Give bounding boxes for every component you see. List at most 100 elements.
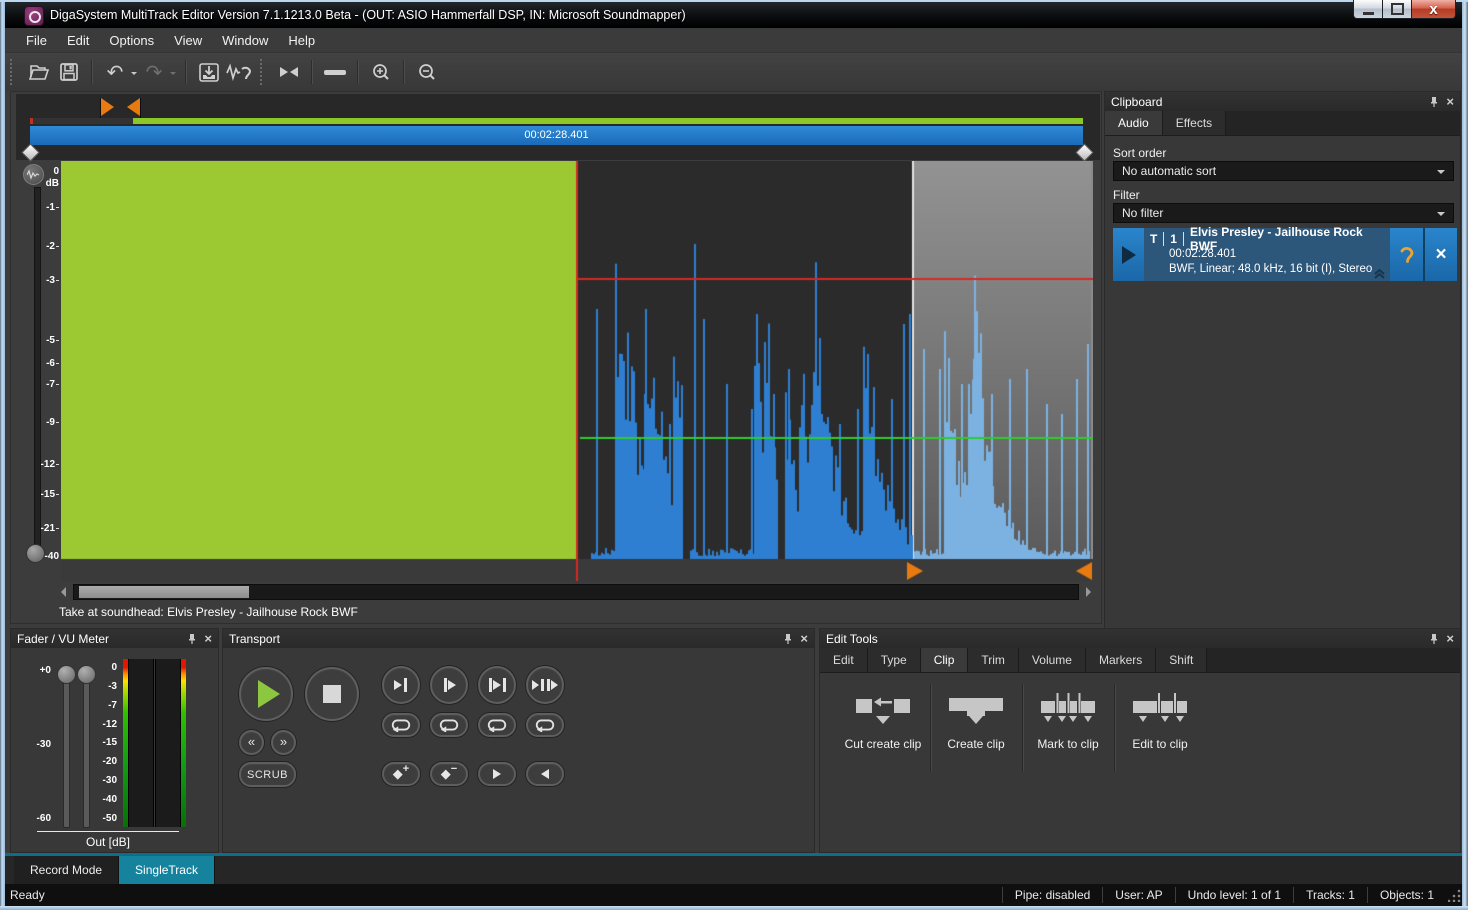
rewind-button[interactable]: « xyxy=(239,730,264,755)
toolbar-grip[interactable] xyxy=(10,59,16,85)
tab-shift[interactable]: Shift xyxy=(1156,648,1207,672)
prelisten-button[interactable] xyxy=(224,58,254,86)
toolbar-grip[interactable] xyxy=(260,59,266,85)
clipboard-clip-item[interactable]: T 1 Elvis Presley - Jailhouse Rock BWF 0… xyxy=(1113,228,1457,281)
waveform-display[interactable] xyxy=(61,161,1093,581)
clip-info[interactable]: T 1 Elvis Presley - Jailhouse Rock BWF 0… xyxy=(1144,228,1390,281)
transport-header[interactable]: Transport × xyxy=(223,629,814,648)
scrub-button[interactable]: SCRUB xyxy=(239,762,296,787)
tab-edit[interactable]: Edit xyxy=(820,648,868,672)
cut-create-clip-button[interactable]: Cut create clip xyxy=(839,691,927,751)
remove-marker-button[interactable]: ◆− xyxy=(430,762,468,786)
edit-tools-header[interactable]: Edit Tools × xyxy=(820,629,1460,648)
close-panel-icon[interactable]: × xyxy=(1446,95,1454,108)
menu-file[interactable]: File xyxy=(16,30,57,51)
undo-button[interactable]: ↶ xyxy=(100,58,130,86)
edit-to-clip-button[interactable]: Edit to clip xyxy=(1116,691,1204,751)
minimize-button[interactable] xyxy=(1353,0,1383,19)
create-clip-button[interactable]: Create clip xyxy=(932,691,1020,751)
menu-view[interactable]: View xyxy=(164,30,212,51)
close-button[interactable]: x xyxy=(1412,0,1456,19)
clip-remove-button[interactable]: × xyxy=(1423,228,1457,281)
fader-panel-title: Fader / VU Meter xyxy=(17,632,109,646)
tab-markers[interactable]: Markers xyxy=(1086,648,1156,672)
fader-panel-header[interactable]: Fader / VU Meter × xyxy=(11,629,218,648)
fader-track-left[interactable] xyxy=(63,673,70,828)
edit-out-marker[interactable] xyxy=(127,98,140,116)
open-file-button[interactable] xyxy=(24,58,54,86)
overview-strip[interactable]: 00:02:28.401 xyxy=(16,94,1100,160)
menu-edit[interactable]: Edit xyxy=(57,30,99,51)
loop-play-button-2[interactable] xyxy=(430,713,468,737)
tab-audio[interactable]: Audio xyxy=(1105,111,1163,135)
clip-play-button[interactable] xyxy=(1113,228,1144,281)
pin-icon[interactable] xyxy=(188,633,196,645)
zoom-out-icon xyxy=(418,63,437,82)
go-to-marker-button[interactable] xyxy=(274,58,304,86)
collapse-chevrons-icon[interactable] xyxy=(1373,269,1386,279)
remove-button[interactable] xyxy=(320,58,350,86)
next-marker-button[interactable] xyxy=(478,762,516,786)
sort-order-dropdown[interactable]: No automatic sort xyxy=(1113,161,1454,181)
restore-button[interactable] xyxy=(1383,0,1412,19)
play-to-in-button[interactable] xyxy=(382,666,420,704)
overview-left-handle[interactable] xyxy=(21,143,39,161)
play-in-to-out-button[interactable] xyxy=(478,666,516,704)
zoom-in-button[interactable] xyxy=(366,58,396,86)
overview-right-handle[interactable] xyxy=(1075,143,1093,161)
tab-record-mode[interactable]: Record Mode xyxy=(14,856,119,884)
close-panel-icon[interactable]: × xyxy=(800,632,808,645)
loop-play-button-3[interactable] xyxy=(478,713,516,737)
import-take-button[interactable] xyxy=(194,58,224,86)
tab-effects[interactable]: Effects xyxy=(1163,111,1226,135)
scrollbar-thumb[interactable] xyxy=(79,586,249,598)
pin-icon[interactable] xyxy=(1430,633,1438,645)
undo-dropdown-caret[interactable] xyxy=(131,72,137,78)
scroll-right-arrow[interactable] xyxy=(1086,587,1091,597)
mark-to-clip-button[interactable]: Mark to clip xyxy=(1024,691,1112,751)
loop-play-button-1[interactable] xyxy=(382,713,420,737)
fader-track-right[interactable] xyxy=(83,673,90,828)
forward-button[interactable]: » xyxy=(271,730,296,755)
menu-window[interactable]: Window xyxy=(212,30,278,51)
menu-help[interactable]: Help xyxy=(278,30,325,51)
pin-icon[interactable] xyxy=(1430,96,1438,108)
close-panel-icon[interactable]: × xyxy=(1446,632,1454,645)
scrollbar-track[interactable] xyxy=(73,584,1079,600)
redo-dropdown-caret[interactable] xyxy=(170,72,176,78)
tab-clip[interactable]: Clip xyxy=(921,648,969,672)
tab-volume[interactable]: Volume xyxy=(1019,648,1086,672)
cut-create-clip-label: Cut create clip xyxy=(845,737,922,751)
waveform-zoom-slider-knob[interactable] xyxy=(26,544,45,563)
play-around-cursor-button[interactable] xyxy=(526,666,564,704)
loop-play-button-4[interactable] xyxy=(526,713,564,737)
app-icon[interactable] xyxy=(24,6,44,26)
edit-in-marker[interactable] xyxy=(101,98,114,116)
zoom-out-button[interactable] xyxy=(412,58,442,86)
filter-dropdown[interactable]: No filter xyxy=(1113,203,1454,223)
play-from-in-button[interactable] xyxy=(430,666,468,704)
tab-type[interactable]: Type xyxy=(868,648,921,672)
fader-knob-left[interactable] xyxy=(57,665,76,684)
waveform-zoom-slider[interactable] xyxy=(34,187,41,547)
redo-button[interactable]: ↷ xyxy=(139,58,169,86)
play-button[interactable] xyxy=(239,667,293,721)
add-marker-button[interactable]: ◆+ xyxy=(382,762,420,786)
save-button[interactable] xyxy=(54,58,84,86)
menu-options[interactable]: Options xyxy=(99,30,164,51)
clipboard-header[interactable]: Clipboard × xyxy=(1105,92,1460,111)
clip-prelisten-button[interactable] xyxy=(1390,228,1423,281)
window-border-left xyxy=(0,0,5,910)
pin-icon[interactable] xyxy=(784,633,792,645)
clipboard-tabs: Audio Effects xyxy=(1105,111,1460,136)
loop-icon xyxy=(390,718,412,732)
overview-duration-bar[interactable]: 00:02:28.401 xyxy=(30,126,1083,145)
tab-singletrack[interactable]: SingleTrack xyxy=(119,856,215,884)
resize-grip[interactable] xyxy=(1448,888,1462,902)
tab-trim[interactable]: Trim xyxy=(968,648,1019,672)
stop-button[interactable] xyxy=(305,667,359,721)
close-panel-icon[interactable]: × xyxy=(204,632,212,645)
previous-marker-button[interactable] xyxy=(526,762,564,786)
scroll-left-arrow[interactable] xyxy=(61,587,66,597)
title-bar[interactable]: DigaSystem MultiTrack Editor Version 7.1… xyxy=(2,2,1466,28)
